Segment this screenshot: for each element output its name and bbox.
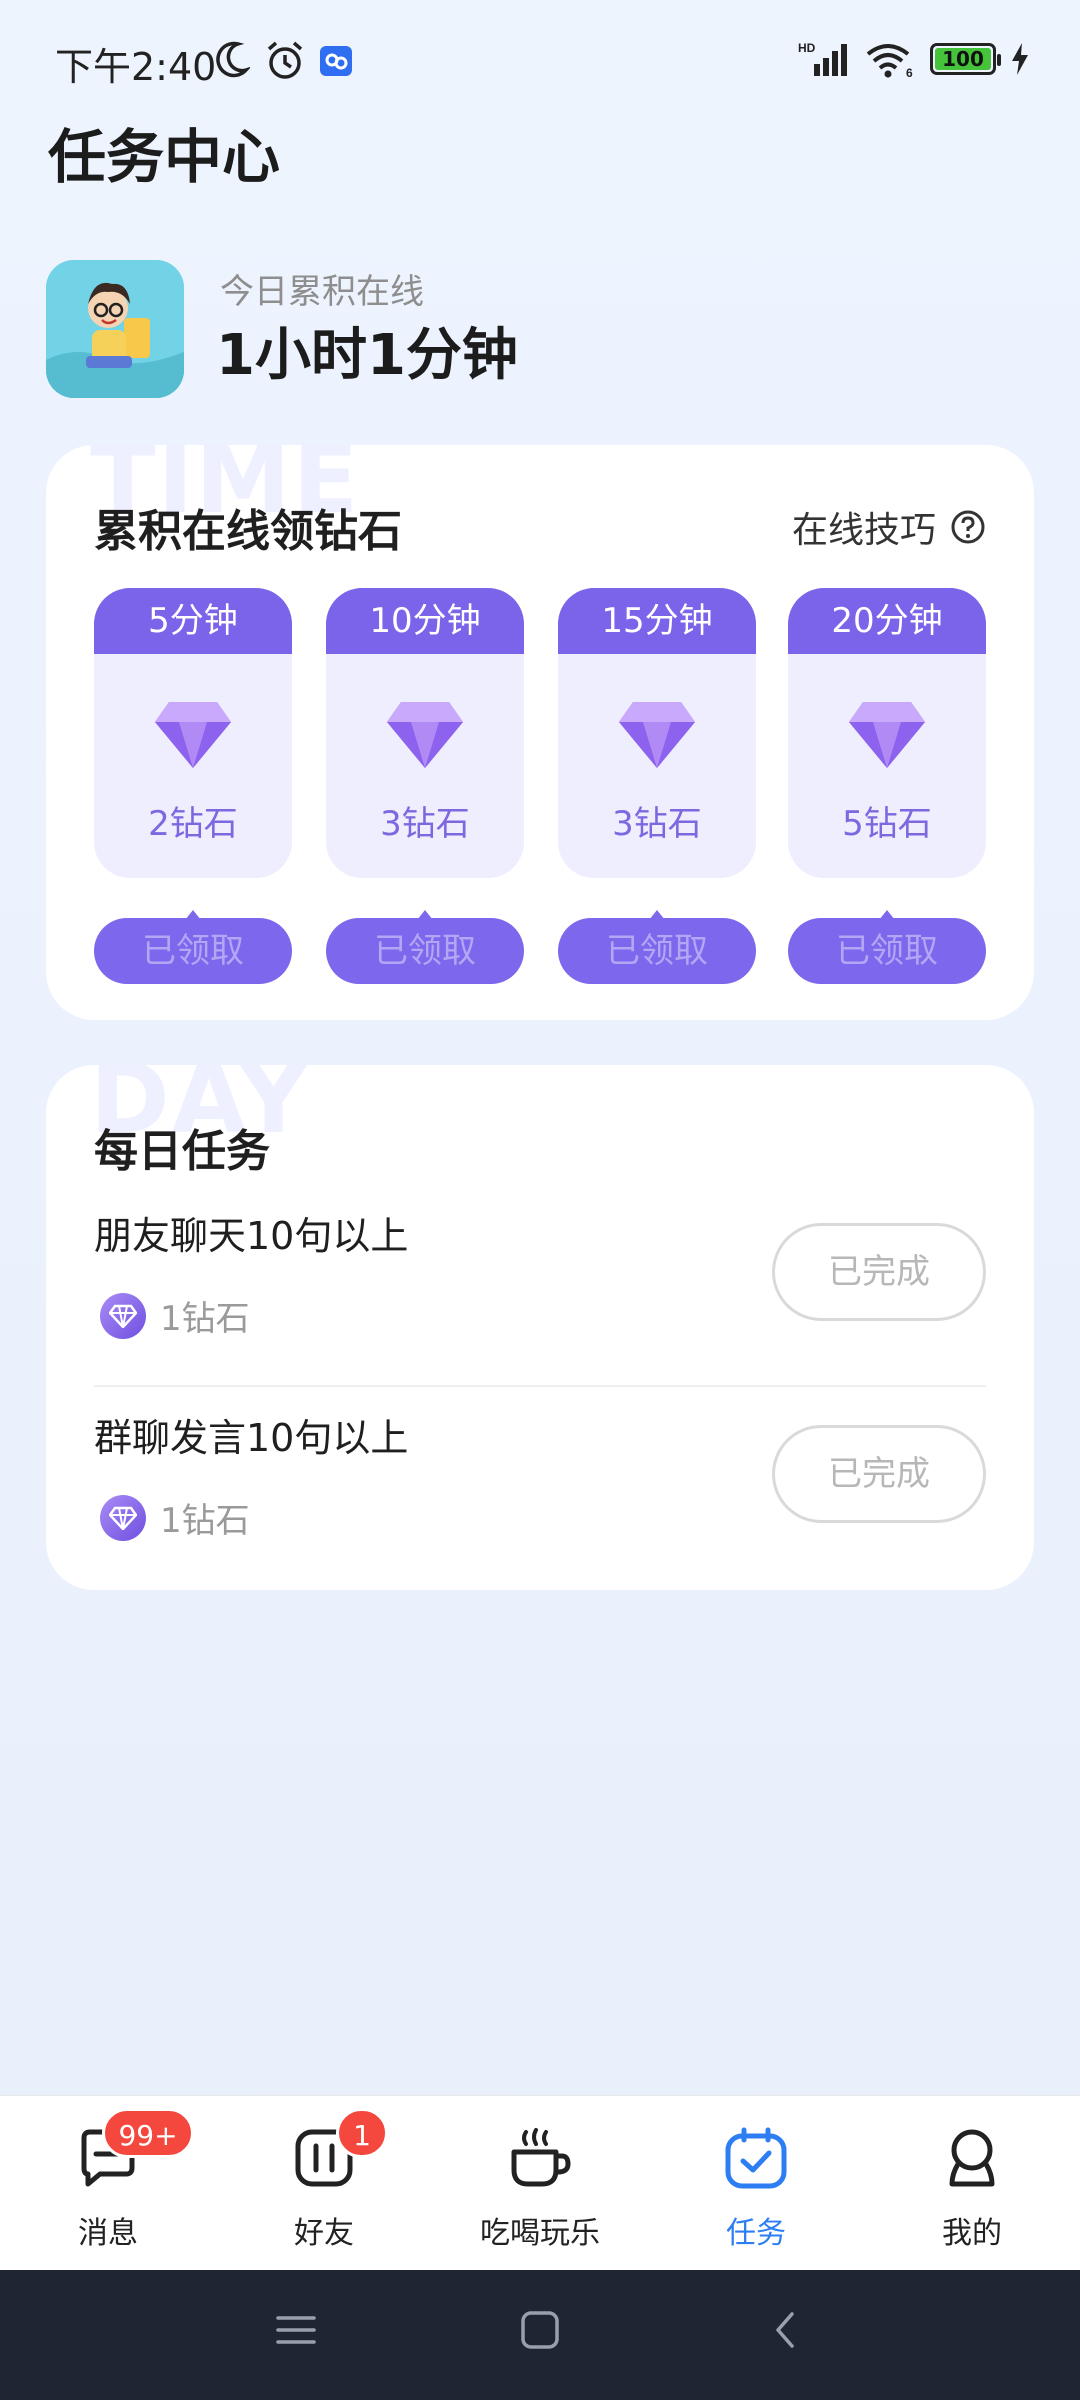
- battery-icon: 100: [930, 43, 1001, 75]
- reward-tier: 10分钟 3钻石 已领取: [326, 588, 524, 984]
- claimed-button[interactable]: 已领取: [788, 910, 986, 984]
- task-reward: 1钻石: [100, 1291, 250, 1340]
- home-icon[interactable]: [520, 2310, 560, 2350]
- menu-icon[interactable]: [276, 2310, 316, 2350]
- tier-reward: 2钻石: [148, 804, 238, 844]
- summary-value: 1小时1分钟: [216, 323, 518, 388]
- signal-icon: HD: [798, 41, 847, 76]
- tab-tasks[interactable]: 任务: [648, 2096, 864, 2271]
- avatar: [46, 260, 184, 398]
- status-time: 下午2:40: [55, 45, 217, 89]
- diamond-icon: [387, 702, 463, 768]
- svg-text:HD: HD: [798, 41, 816, 55]
- question-icon: [951, 510, 985, 544]
- tier-duration: 20分钟: [788, 588, 986, 654]
- task-row: 朋友聊天10句以上 1钻石 已完成: [94, 1205, 986, 1405]
- task-reward: 1钻石: [100, 1493, 250, 1542]
- battery-level: 100: [935, 48, 991, 70]
- claimed-button[interactable]: 已领取: [326, 910, 524, 984]
- tier-box: 10分钟 3钻石: [326, 588, 524, 878]
- moon-icon: [216, 41, 250, 78]
- reward-tier: 20分钟 5钻石 已领取: [788, 588, 986, 984]
- page-title: 任务中心: [48, 123, 281, 191]
- claimed-button[interactable]: 已领取: [558, 910, 756, 984]
- tab-friends[interactable]: 1 好友: [216, 2096, 432, 2271]
- diamond-icon: [849, 702, 925, 768]
- claimed-button[interactable]: 已领取: [94, 910, 292, 984]
- messages-badge: 99+: [102, 2108, 194, 2158]
- status-right-group: HD 6 100: [798, 40, 1030, 78]
- online-rewards-card: TIME 累积在线领钻石 在线技巧 5分钟 2钻石 已领取 10分钟 3钻石 已…: [46, 445, 1034, 1020]
- task-completed-button[interactable]: 已完成: [772, 1223, 986, 1321]
- charging-icon: [1012, 43, 1028, 75]
- tab-label: 吃喝玩乐: [480, 2216, 600, 2251]
- divider: [94, 1385, 986, 1387]
- diamond-icon: [619, 702, 695, 768]
- daily-tasks-card: DAY 每日任务 朋友聊天10句以上 1钻石 已完成 群聊发言10句以上 1钻石…: [46, 1065, 1034, 1590]
- online-tips-label: 在线技巧: [791, 510, 936, 551]
- daily-card-title: 每日任务: [94, 1126, 270, 1177]
- task-name: 群聊发言10句以上: [94, 1416, 409, 1460]
- tier-reward: 5钻石: [842, 804, 932, 844]
- tier-box: 20分钟 5钻石: [788, 588, 986, 878]
- status-bar: 下午2:40 HD 6 100: [0, 0, 1080, 120]
- diamond-badge-icon: [100, 1494, 146, 1541]
- task-name: 朋友聊天10句以上: [94, 1214, 409, 1258]
- tab-messages[interactable]: 99+ 消息: [0, 2096, 216, 2271]
- task-completed-button[interactable]: 已完成: [772, 1425, 986, 1523]
- tier-box: 15分钟 3钻石: [558, 588, 756, 878]
- tab-label: 消息: [78, 2216, 138, 2251]
- tab-food-fun[interactable]: 吃喝玩乐: [432, 2096, 648, 2271]
- system-navigation-bar: [0, 2270, 1080, 2400]
- coffee-cup-icon: [511, 2128, 571, 2187]
- task-reward-text: 1钻石: [160, 1501, 250, 1541]
- online-tips-link[interactable]: 在线技巧: [792, 501, 986, 553]
- online-card-title: 累积在线领钻石: [94, 506, 402, 557]
- profile-icon: [949, 2129, 995, 2187]
- task-center-screen: 下午2:40 HD 6 100 任务中心 今日累积在线 1小时1分钟 TIME …: [0, 0, 1080, 2400]
- alarm-icon: [267, 41, 303, 79]
- tier-duration: 5分钟: [94, 588, 292, 654]
- tab-label: 任务: [726, 2216, 786, 2251]
- online-summary: 今日累积在线 1小时1分钟: [46, 260, 946, 400]
- bottom-tab-bar: 99+ 消息 1 好友 吃喝玩乐 任务 我的: [0, 2095, 1080, 2270]
- svg-text:6: 6: [906, 66, 913, 78]
- tab-label: 好友: [294, 2216, 354, 2251]
- tier-box: 5分钟 2钻石: [94, 588, 292, 878]
- tab-profile[interactable]: 我的: [864, 2096, 1080, 2271]
- diamond-badge-icon: [100, 1292, 146, 1339]
- task-row: 群聊发言10句以上 1钻石 已完成: [94, 1407, 986, 1590]
- tier-duration: 10分钟: [326, 588, 524, 654]
- friends-badge: 1: [336, 2108, 388, 2158]
- reward-tier: 5分钟 2钻石 已领取: [94, 588, 292, 984]
- tier-reward: 3钻石: [612, 804, 702, 844]
- reward-tier: 15分钟 3钻石 已领取: [558, 588, 756, 984]
- diamond-icon: [155, 702, 231, 768]
- reward-tiers: 5分钟 2钻石 已领取 10分钟 3钻石 已领取 15分钟 3钻石 已领取 20…: [94, 588, 986, 988]
- tier-reward: 3钻石: [380, 804, 470, 844]
- tab-label: 我的: [942, 2216, 1002, 2251]
- tier-duration: 15分钟: [558, 588, 756, 654]
- app-notification-icon: [320, 46, 352, 76]
- back-icon[interactable]: [766, 2310, 806, 2350]
- summary-label: 今日累积在线: [220, 272, 424, 312]
- calendar-check-icon: [725, 2127, 787, 2189]
- task-reward-text: 1钻石: [160, 1299, 250, 1339]
- wifi-icon: 6: [866, 44, 913, 78]
